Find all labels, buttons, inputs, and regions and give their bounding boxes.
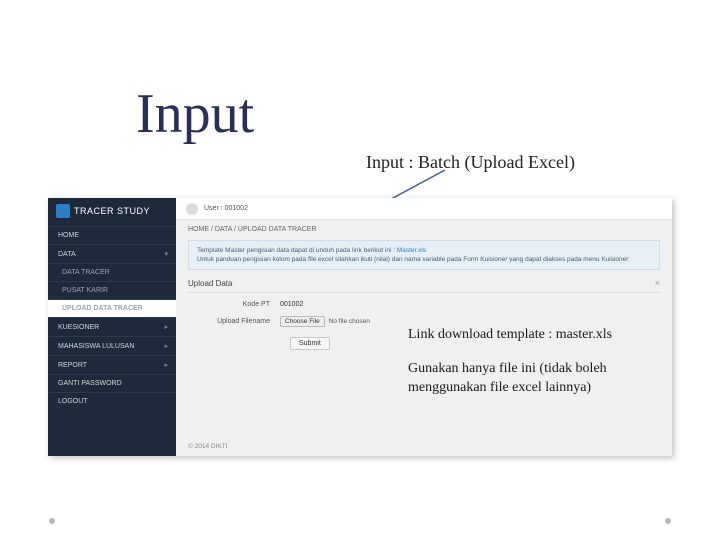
close-icon[interactable]: × xyxy=(655,278,660,288)
row-kode-pt: Kode PT 001002 xyxy=(188,301,660,308)
nav-mahasiswa[interactable]: MAHASISWA LULUSAN ▸ xyxy=(48,336,176,355)
slide-dots xyxy=(49,518,671,524)
nav-upload-data-tracer[interactable]: UPLOAD DATA TRACER xyxy=(48,299,176,317)
chevron-down-icon: ▾ xyxy=(164,250,168,258)
logo: TRACER STUDY xyxy=(48,198,176,226)
nav-pusat-karir[interactable]: PUSAT KARIR xyxy=(48,281,176,299)
logo-text: TRACER STUDY xyxy=(74,206,150,216)
avatar-icon xyxy=(186,203,198,215)
master-xls-link[interactable]: Master.xls xyxy=(397,247,426,254)
notice-text-2: Untuk panduan pengisian kolom pada file … xyxy=(197,256,628,263)
annotation-gunakan: Gunakan hanya file ini (tidak boleh meng… xyxy=(408,360,668,398)
divider xyxy=(188,292,660,293)
nav-label: REPORT xyxy=(58,362,87,369)
nav-label: KUESIONER xyxy=(58,324,99,331)
kode-pt-value: 001002 xyxy=(280,301,303,308)
nav-label: MAHASISWA LULUSAN xyxy=(58,343,134,350)
chevron-right-icon: ▸ xyxy=(164,342,168,350)
nav-data[interactable]: DATA ▾ xyxy=(48,244,176,263)
nav-label: DATA xyxy=(58,251,76,258)
choose-file-button[interactable]: Choose File xyxy=(280,316,325,327)
nav-label: HOME xyxy=(58,232,79,239)
user-label: User : 001002 xyxy=(204,205,248,212)
nav-report[interactable]: REPORT ▸ xyxy=(48,355,176,374)
annotation-link-download: Link download template : master.xls xyxy=(408,326,612,345)
subtitle: Input : Batch (Upload Excel) xyxy=(366,152,575,173)
nav-label: DATA TRACER xyxy=(62,269,110,276)
submit-button[interactable]: Submit xyxy=(290,337,330,350)
nav-home[interactable]: HOME xyxy=(48,226,176,244)
nav-kuesioner[interactable]: KUESIONER ▸ xyxy=(48,317,176,336)
user-bar: User : 001002 xyxy=(176,198,672,220)
page-title: Input xyxy=(136,82,254,146)
kode-pt-label: Kode PT xyxy=(188,301,280,308)
nav-label: LOGOUT xyxy=(58,398,88,405)
breadcrumb: HOME / DATA / UPLOAD DATA TRACER xyxy=(176,220,672,236)
dot-left xyxy=(49,518,55,524)
upload-label: Upload Filename xyxy=(188,318,280,325)
nav-label: UPLOAD DATA TRACER xyxy=(62,305,143,312)
footer-text: © 2014 DIKTI xyxy=(188,443,227,450)
nav-data-tracer[interactable]: DATA TRACER xyxy=(48,263,176,281)
notice-box: Template Master pengisian data dapat di … xyxy=(188,240,660,270)
file-status: No file chosen xyxy=(329,318,370,325)
panel-header: Upload Data × xyxy=(188,276,660,290)
chevron-right-icon: ▸ xyxy=(164,323,168,331)
logo-icon xyxy=(56,204,70,218)
notice-text-1: Template Master pengisian data dapat di … xyxy=(197,247,397,254)
panel-title: Upload Data xyxy=(188,279,232,288)
nav-ganti-password[interactable]: GANTI PASSWORD xyxy=(48,374,176,392)
nav-label: GANTI PASSWORD xyxy=(58,380,122,387)
sidebar: TRACER STUDY HOME DATA ▾ DATA TRACER PUS… xyxy=(48,198,176,456)
dot-right xyxy=(665,518,671,524)
nav-label: PUSAT KARIR xyxy=(62,287,108,294)
nav-logout[interactable]: LOGOUT xyxy=(48,392,176,410)
chevron-right-icon: ▸ xyxy=(164,361,168,369)
